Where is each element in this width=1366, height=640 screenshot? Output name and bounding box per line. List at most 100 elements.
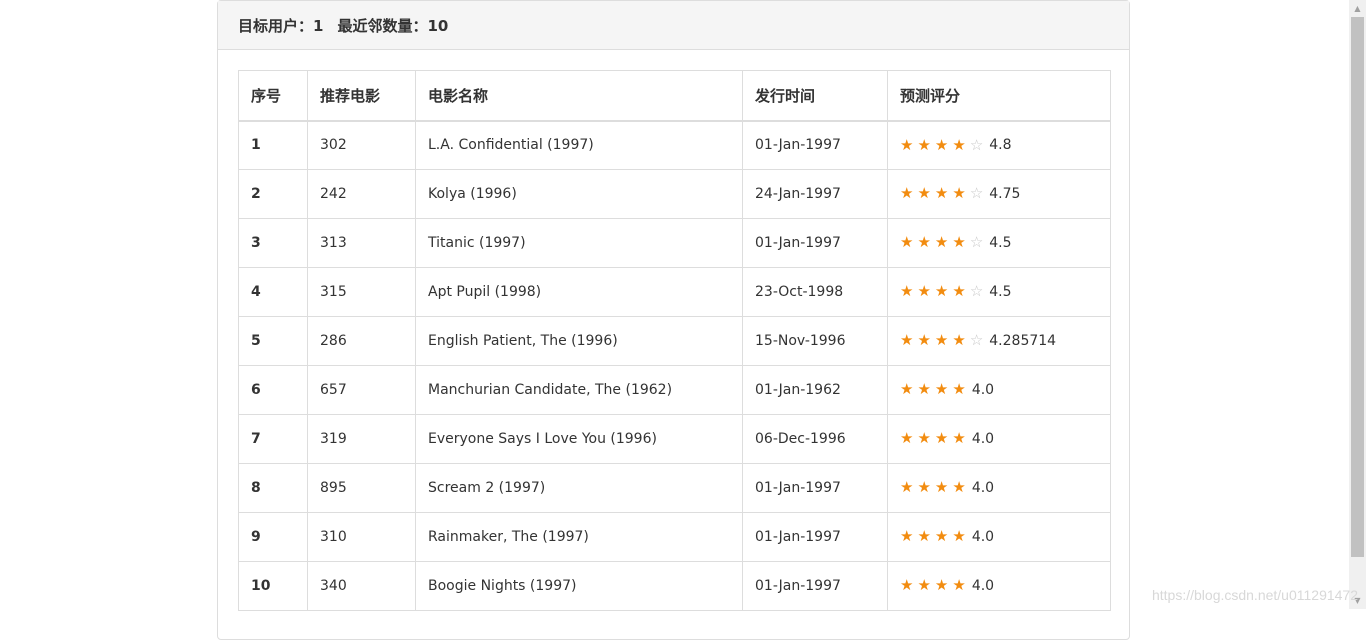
row-movie-title: Titanic (1997): [415, 218, 743, 268]
star-empty-icon: ☆: [969, 233, 984, 252]
table-row: 8 895 Scream 2 (1997) 01-Jan-1997 ★ ★ ★ ★ 4.0: [238, 463, 1111, 513]
row-movie-title: Everyone Says I Love You (1996): [415, 414, 743, 464]
table-row: 1 302 L.A. Confidential (1997) 01-Jan-1997 ★…: [238, 120, 1111, 170]
neighbors-label: 最近邻数量：: [337, 16, 428, 35]
row-movie-id: 313: [307, 218, 416, 268]
row-index: 1: [238, 120, 308, 170]
row-rating: ★ ★ ★ ★ ☆ 4.8: [887, 120, 1111, 170]
row-rating: ★ ★ ★ ★ 4.0: [887, 463, 1111, 513]
row-release-date: 01-Jan-1962: [742, 365, 888, 415]
table-row: 9 310 Rainmaker, The (1997) 01-Jan-1997 ★ ★ ★ ★…: [238, 512, 1111, 562]
star-rating: ★ ★ ★ ★ 4.0: [900, 578, 994, 594]
star-filled-icon: ★: [934, 331, 949, 350]
rating-value: 4.285714: [989, 332, 1057, 349]
target-user-info: 目标用户：1: [238, 15, 323, 36]
table-row: 5 286 English Patient, The (1996) 15-Nov-19…: [238, 316, 1111, 366]
star-filled-icon: ★: [900, 576, 914, 595]
row-movie-title: Manchurian Candidate, The (1962): [415, 365, 743, 415]
star-filled-icon: ★: [934, 429, 949, 448]
row-movie-title: L.A. Confidential (1997): [415, 120, 743, 170]
table-row: 6 657 Manchurian Candidate, The (1962) 01-J…: [238, 365, 1111, 415]
col-header-rating: 预测评分: [887, 70, 1111, 122]
star-filled-icon: ★: [917, 233, 931, 252]
row-release-date: 24-Jan-1997: [742, 169, 888, 219]
star-filled-icon: ★: [917, 576, 931, 595]
star-filled-icon: ★: [952, 527, 966, 546]
table-row: 10 340 Boogie Nights (1997) 01-Jan-1997 ★ ★ ★ ★…: [238, 561, 1111, 611]
star-filled-icon: ★: [952, 478, 966, 497]
row-movie-id: 242: [307, 169, 416, 219]
star-filled-icon: ★: [900, 527, 914, 546]
row-release-date: 01-Jan-1997: [742, 120, 888, 170]
star-filled-icon: ★: [917, 478, 931, 497]
row-movie-title: English Patient, The (1996): [415, 316, 743, 366]
rating-value: 4.0: [971, 577, 995, 594]
star-rating: ★ ★ ★ ★ ☆ 4.75: [900, 186, 1020, 202]
star-filled-icon: ★: [934, 233, 949, 252]
star-filled-icon: ★: [934, 527, 949, 546]
star-filled-icon: ★: [934, 184, 949, 203]
star-rating: ★ ★ ★ ★ 4.0: [900, 480, 994, 496]
row-movie-id: 895: [307, 463, 416, 513]
star-filled-icon: ★: [917, 527, 931, 546]
row-release-date: 06-Dec-1996: [742, 414, 888, 464]
star-rating: ★ ★ ★ ★ ☆ 4.8: [900, 137, 1012, 153]
panel-heading: 目标用户：1 最近邻数量：10: [218, 1, 1129, 50]
row-movie-title: Rainmaker, The (1997): [415, 512, 743, 562]
neighbors-value: 10: [427, 16, 449, 35]
star-filled-icon: ★: [900, 282, 914, 301]
col-header-title: 电影名称: [415, 70, 743, 122]
rating-value: 4.0: [971, 381, 995, 398]
recommendation-table: 序号 推荐电影 电影名称 发行时间 预测评分 1 302 L.A. Confiden…: [238, 70, 1111, 611]
row-movie-id: 286: [307, 316, 416, 366]
star-filled-icon: ★: [952, 233, 966, 252]
row-rating: ★ ★ ★ ★ 4.0: [887, 561, 1111, 611]
star-filled-icon: ★: [900, 478, 914, 497]
scroll-up-icon[interactable]: ▲: [1349, 0, 1366, 17]
target-user-label: 目标用户：: [238, 16, 314, 35]
row-index: 10: [238, 561, 308, 611]
table-row: 4 315 Apt Pupil (1998) 23-Oct-1998 ★ ★ ★ ★ ☆ 4.5: [238, 267, 1111, 317]
star-rating: ★ ★ ★ ★ 4.0: [900, 382, 994, 398]
rating-value: 4.0: [971, 430, 995, 447]
row-movie-id: 657: [307, 365, 416, 415]
star-rating: ★ ★ ★ ★ ☆ 4.285714: [900, 333, 1056, 349]
star-filled-icon: ★: [952, 576, 966, 595]
star-filled-icon: ★: [952, 184, 966, 203]
vertical-scrollbar[interactable]: ▲ ▼: [1349, 0, 1366, 609]
star-empty-icon: ☆: [969, 184, 984, 203]
star-filled-icon: ★: [900, 331, 914, 350]
star-filled-icon: ★: [934, 576, 949, 595]
row-rating: ★ ★ ★ ★ 4.0: [887, 512, 1111, 562]
row-index: 3: [238, 218, 308, 268]
rating-value: 4.5: [989, 234, 1012, 251]
star-empty-icon: ☆: [969, 331, 984, 350]
star-filled-icon: ★: [917, 429, 931, 448]
star-filled-icon: ★: [900, 184, 914, 203]
star-filled-icon: ★: [952, 429, 966, 448]
star-rating: ★ ★ ★ ★ 4.0: [900, 431, 994, 447]
table-row: 7 319 Everyone Says I Love You (1996) 06-De…: [238, 414, 1111, 464]
star-filled-icon: ★: [952, 135, 966, 154]
row-index: 4: [238, 267, 308, 317]
col-header-index: 序号: [238, 70, 308, 122]
row-index: 5: [238, 316, 308, 366]
star-filled-icon: ★: [900, 233, 914, 252]
row-rating: ★ ★ ★ ★ ☆ 4.285714: [887, 316, 1111, 366]
star-filled-icon: ★: [934, 478, 949, 497]
recommendation-table-wrapper: 序号 推荐电影 电影名称 发行时间 预测评分 1 302 L.A. Confiden…: [238, 70, 1111, 611]
star-filled-icon: ★: [917, 184, 931, 203]
row-index: 8: [238, 463, 308, 513]
col-header-movie-id: 推荐电影: [307, 70, 416, 122]
row-movie-title: Kolya (1996): [415, 169, 743, 219]
star-empty-icon: ☆: [969, 135, 984, 154]
star-filled-icon: ★: [900, 429, 914, 448]
row-rating: ★ ★ ★ ★ ☆ 4.5: [887, 267, 1111, 317]
star-rating: ★ ★ ★ ★ ☆ 4.5: [900, 284, 1012, 300]
table-header-row: 序号 推荐电影 电影名称 发行时间 预测评分: [238, 70, 1111, 122]
rating-value: 4.0: [971, 528, 995, 545]
scrollbar-thumb[interactable]: [1351, 17, 1364, 557]
star-rating: ★ ★ ★ ★ ☆ 4.5: [900, 235, 1012, 251]
row-movie-id: 315: [307, 267, 416, 317]
row-index: 2: [238, 169, 308, 219]
